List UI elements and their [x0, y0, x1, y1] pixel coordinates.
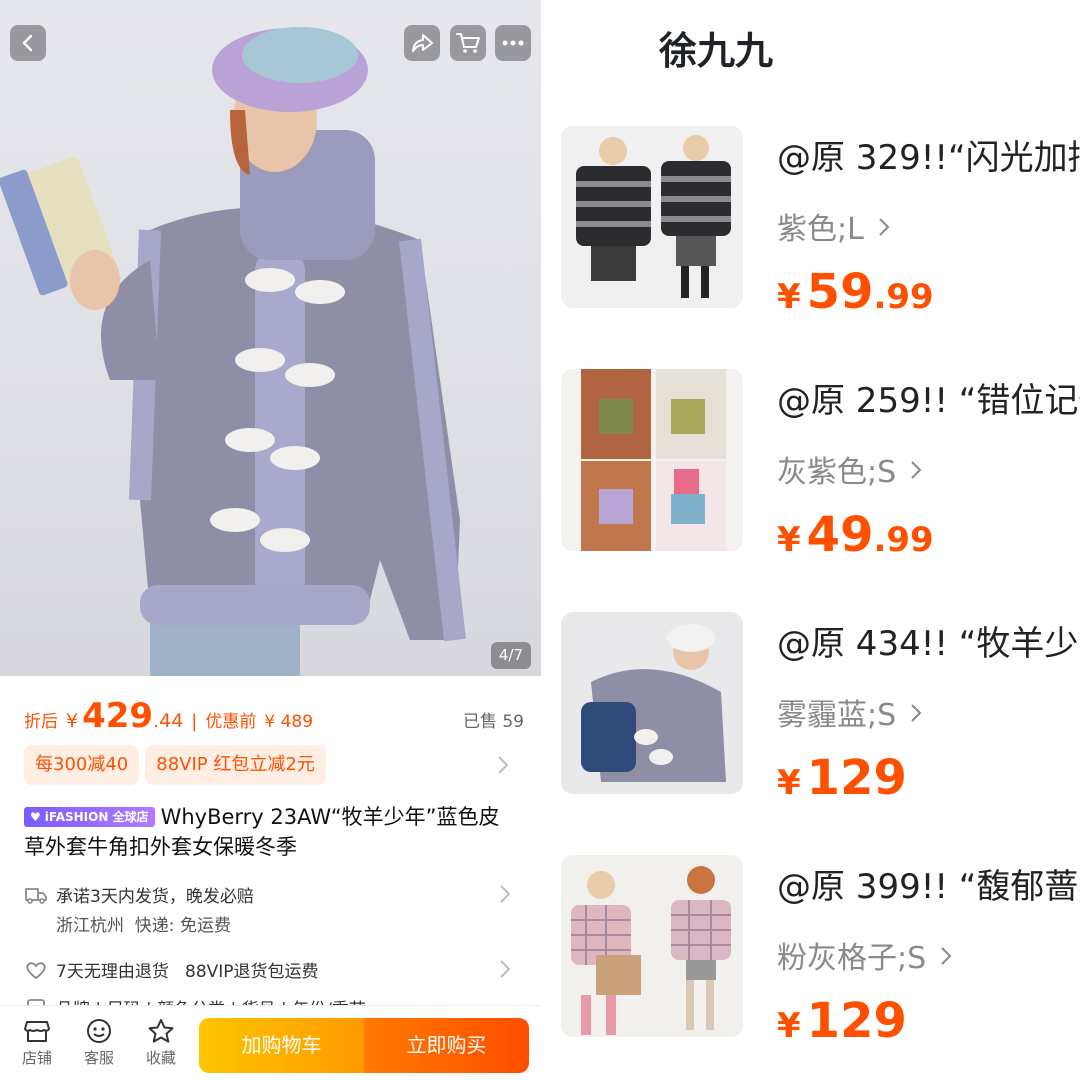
original-price: ¥ 489 — [264, 712, 314, 732]
item-thumbnail — [561, 369, 743, 551]
item-spec[interactable]: 雾霾蓝;S — [777, 690, 922, 734]
list-item[interactable]: @原 259!! “错位记忆” 灰紫色;S ¥49.99 — [561, 369, 1080, 599]
list-item[interactable]: @原 329!!“闪光加持” 紫色;L ¥59.99 — [561, 126, 1080, 356]
list-item[interactable]: @原 434!! “牧羊少年” 雾霾蓝;S ¥129 — [561, 612, 1080, 842]
item-name: @原 259!! “错位记忆” — [777, 381, 1080, 421]
price-decimal: .44 — [153, 710, 184, 732]
shipping-promise: 承诺3天内发货，晚发必赔 — [56, 887, 254, 907]
item-price: ¥59.99 — [777, 264, 934, 320]
shipping-row[interactable]: 承诺3天内发货，晚发必赔 浙江杭州 快递: 免运费 — [24, 882, 519, 942]
share-icon — [412, 34, 433, 52]
item-thumbnail — [561, 126, 743, 308]
chevron-right-icon — [941, 947, 952, 965]
shield-heart-icon — [26, 962, 46, 980]
back-icon — [22, 34, 33, 52]
item-name: @原 329!!“闪光加持” — [777, 138, 1080, 178]
tab-label: 店铺 — [21, 1049, 52, 1067]
item-name: @原 399!! “馥郁蔷薇” — [777, 867, 1080, 907]
before-discount-label: 优惠前 — [205, 712, 257, 732]
product-detail-panel: 4/7 折后 ¥ 429 .44 | 优惠前 ¥ 489 已售 59 每300减… — [0, 0, 541, 1080]
item-price: ¥129 — [777, 993, 907, 1049]
tab-label: 收藏 — [145, 1049, 176, 1067]
coupon-list[interactable]: 每300减40 88VIP 红包立减2元 — [24, 745, 326, 785]
returns-row[interactable]: 7天无理由退货 88VIP退货包运费 — [24, 957, 519, 985]
sold-count: 已售 59 — [462, 712, 524, 732]
chevron-right-icon — [500, 885, 511, 903]
chevron-right-icon[interactable] — [497, 755, 509, 775]
back-button[interactable] — [10, 25, 46, 61]
coupon-tag[interactable]: 88VIP 红包立减2元 — [145, 745, 326, 785]
product-title-block: ♥ iFASHION 全球店 WhyBerry 23AW“牧羊少年”蓝色皮草外套牛角… — [24, 802, 519, 862]
bottom-action-bar: 店铺 客服 收藏 加购物车 立即购买 — [0, 1005, 541, 1080]
tab-label: 客服 — [83, 1049, 114, 1067]
item-thumbnail — [561, 612, 743, 794]
list-item[interactable]: @原 399!! “馥郁蔷薇” 粉灰格子;S ¥129 — [561, 855, 1080, 1080]
cart-icon — [456, 33, 480, 53]
price-currency: ¥ — [66, 710, 79, 732]
item-thumbnail — [561, 855, 743, 1037]
item-price: ¥129 — [777, 750, 907, 806]
item-price: ¥49.99 — [777, 507, 934, 563]
cart-button[interactable] — [450, 25, 486, 61]
chevron-right-icon — [500, 960, 511, 978]
more-button[interactable] — [495, 25, 531, 61]
after-discount-label: 折后 — [24, 712, 58, 732]
shipping-origin: 浙江杭州 快递: 免运费 — [56, 916, 231, 936]
chevron-right-icon — [911, 461, 922, 479]
shop-items-panel: 徐九九 @原 329!!“闪光加持” 紫色;L ¥59.99 — [541, 0, 1080, 1080]
item-spec[interactable]: 灰紫色;S — [777, 447, 922, 491]
item-name: @原 434!! “牧羊少年” — [777, 624, 1080, 664]
product-image-gallery[interactable]: 4/7 — [0, 0, 541, 676]
price-separator: | — [191, 711, 198, 732]
store-icon — [24, 1021, 50, 1042]
price-integer: 429 — [82, 696, 154, 736]
image-counter: 4/7 — [490, 642, 531, 669]
tab-service[interactable]: 客服 — [74, 1018, 124, 1068]
returns-policy: 7天无理由退货 88VIP退货包运费 — [56, 962, 319, 982]
coupon-tag[interactable]: 每300减40 — [24, 745, 140, 785]
item-spec[interactable]: 紫色;L — [777, 204, 890, 248]
shop-name: 徐九九 — [659, 29, 774, 73]
item-spec[interactable]: 粉灰格子;S — [777, 933, 952, 977]
tab-store[interactable]: 店铺 — [12, 1018, 62, 1068]
tab-favorite[interactable]: 收藏 — [136, 1018, 186, 1068]
share-button[interactable] — [404, 25, 440, 61]
service-icon — [87, 1019, 111, 1043]
chevron-right-icon — [911, 704, 922, 722]
more-icon — [502, 40, 524, 46]
product-photo — [0, 27, 466, 676]
buy-now-button[interactable]: 立即购买 — [364, 1018, 529, 1073]
star-icon — [148, 1019, 174, 1043]
chevron-right-icon — [879, 218, 890, 236]
truck-icon — [25, 888, 47, 904]
store-badge: ♥ iFASHION 全球店 — [24, 807, 155, 827]
price-row: 折后 ¥ 429 .44 | 优惠前 ¥ 489 已售 59 — [24, 696, 524, 740]
add-to-cart-button[interactable]: 加购物车 — [199, 1018, 364, 1073]
